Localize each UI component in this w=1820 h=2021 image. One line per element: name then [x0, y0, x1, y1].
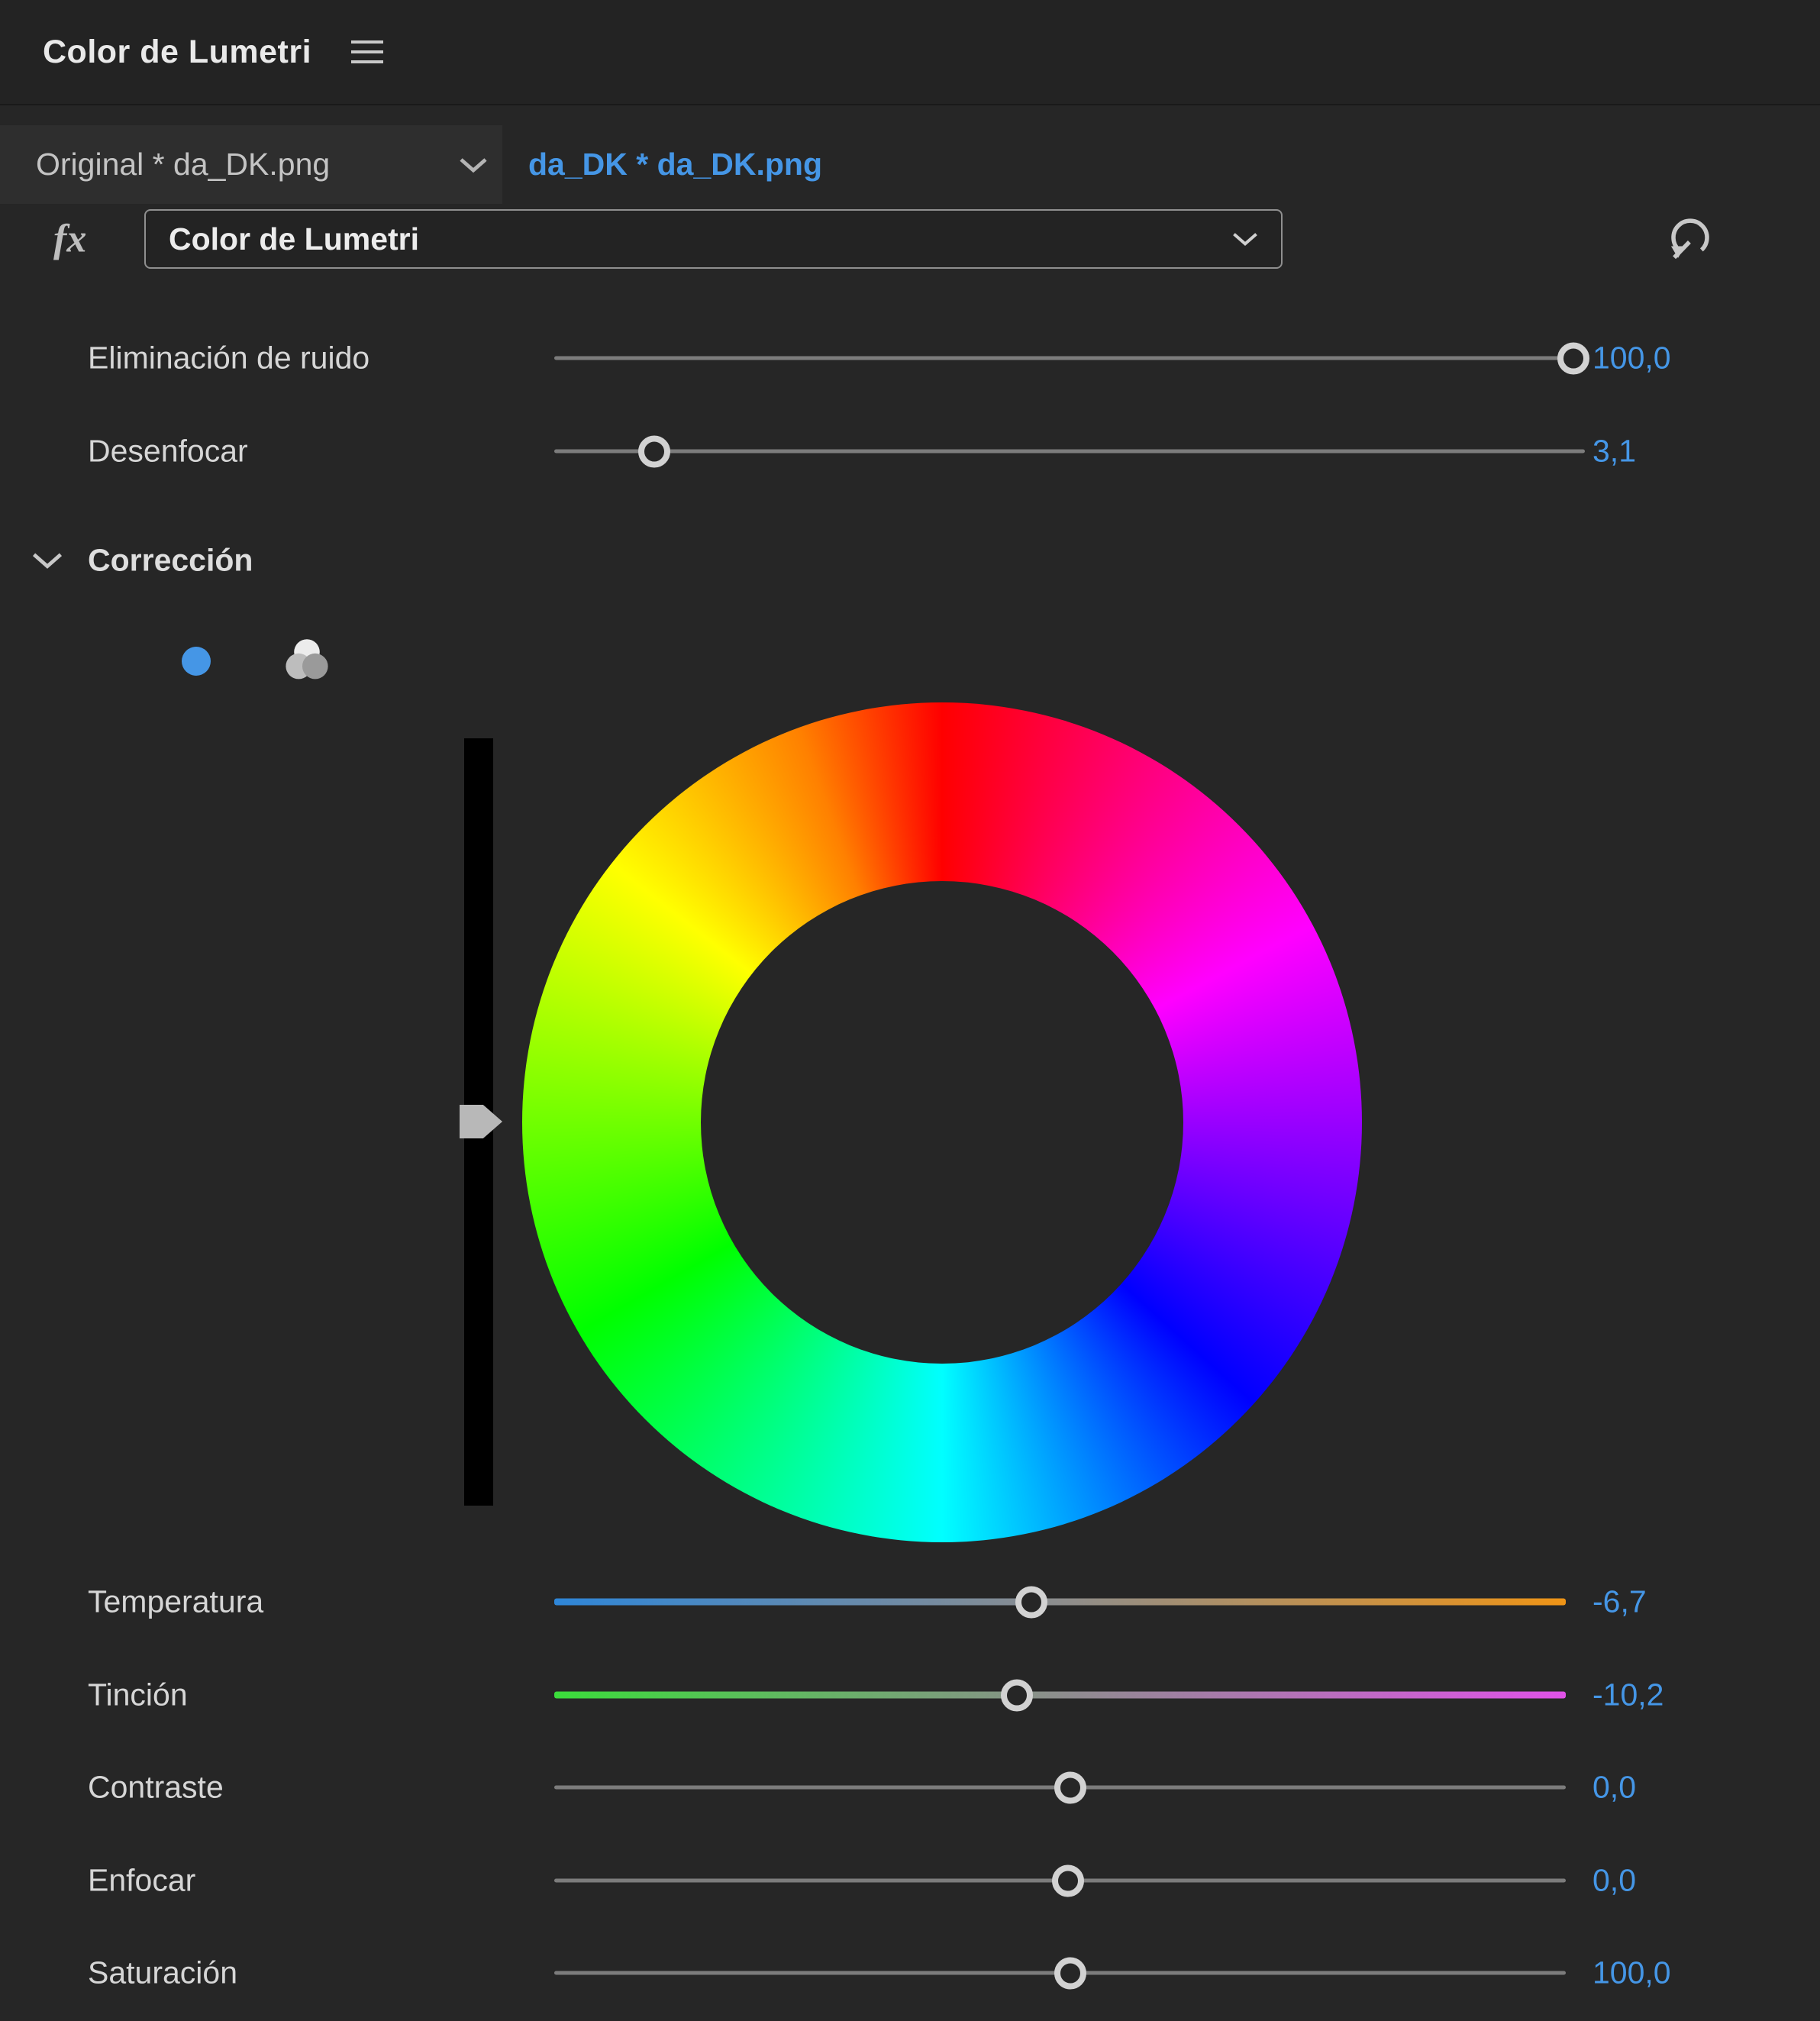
tab-strip: Original * da_DK.png da_DK * da_DK.png [0, 125, 1820, 204]
chevron-down-icon [460, 157, 487, 173]
tab-source-clip[interactable]: Original * da_DK.png [0, 125, 502, 204]
tab-source-label: Original * da_DK.png [36, 147, 330, 182]
slider-row-noise-reduction: Eliminación de ruido 100,0 [0, 324, 1820, 392]
correction-mode-row [0, 626, 1820, 696]
slider-track[interactable] [554, 1786, 1566, 1790]
basic-mode-dot-icon[interactable] [182, 647, 211, 676]
slider-value[interactable]: 0,0 [1592, 1863, 1636, 1899]
panel-title: Color de Lumetri [43, 34, 311, 71]
tab-active-clip[interactable]: da_DK * da_DK.png [528, 125, 822, 204]
hue-color-wheel[interactable] [522, 702, 1362, 1542]
slider-row-blur: Desenfocar 3,1 [0, 417, 1820, 486]
section-label: Corrección [88, 543, 253, 579]
slider-label: Desenfocar [88, 434, 248, 470]
slider-handle[interactable] [1054, 1771, 1086, 1803]
slider-row-contrast: Contraste 0,0 [0, 1753, 1820, 1822]
slider-handle[interactable] [1015, 1586, 1047, 1618]
slider-track[interactable] [554, 1879, 1566, 1883]
slider-row-tint: Tinción -10,2 [0, 1661, 1820, 1729]
slider-value[interactable]: -6,7 [1592, 1584, 1647, 1620]
effect-select-value: Color de Lumetri [169, 221, 419, 257]
slider-label: Tinción [88, 1677, 188, 1713]
slider-label: Enfocar [88, 1863, 195, 1899]
panel-header: Color de Lumetri [0, 0, 1820, 105]
slider-label: Temperatura [88, 1584, 263, 1620]
slider-row-sharpen: Enfocar 0,0 [0, 1846, 1820, 1915]
slider-row-temperature: Temperatura -6,7 [0, 1567, 1820, 1636]
slider-row-saturation: Saturación 100,0 [0, 1939, 1820, 2007]
slider-track[interactable] [554, 357, 1585, 360]
color-wheels-icon[interactable] [279, 634, 334, 689]
slider-label: Contraste [88, 1770, 224, 1806]
slider-handle[interactable] [1001, 1679, 1033, 1711]
slider-handle[interactable] [1052, 1864, 1084, 1897]
slider-track[interactable] [554, 1599, 1566, 1606]
effect-row: fx Color de Lumetri [0, 209, 1820, 269]
slider-track[interactable] [554, 450, 1585, 454]
fx-icon: fx [53, 217, 86, 262]
slider-handle[interactable] [1054, 1957, 1086, 1989]
hue-color-wheel-center [701, 881, 1183, 1364]
slider-value[interactable]: 100,0 [1592, 1955, 1671, 1991]
panel-menu-icon[interactable] [351, 40, 383, 63]
slider-label: Eliminación de ruido [88, 341, 369, 376]
slider-value[interactable]: -10,2 [1592, 1677, 1663, 1713]
luminance-slider-handle[interactable] [460, 1105, 502, 1138]
tab-active-label: da_DK * da_DK.png [528, 147, 822, 182]
chevron-down-icon[interactable] [32, 551, 63, 570]
slider-track[interactable] [554, 1692, 1566, 1699]
slider-label: Saturación [88, 1955, 237, 1991]
effect-select[interactable]: Color de Lumetri [144, 209, 1283, 269]
slider-track[interactable] [554, 1971, 1566, 1975]
slider-handle[interactable] [638, 435, 670, 467]
reset-effect-button[interactable] [1665, 213, 1715, 263]
chevron-down-icon [1232, 231, 1258, 247]
slider-handle[interactable] [1557, 342, 1589, 374]
slider-value[interactable]: 3,1 [1592, 434, 1636, 470]
section-correction[interactable]: Corrección [0, 526, 1820, 595]
slider-value[interactable]: 100,0 [1592, 341, 1671, 376]
reset-icon [1665, 213, 1715, 263]
slider-value[interactable]: 0,0 [1592, 1770, 1636, 1806]
lumetri-color-panel: Color de Lumetri Original * da_DK.png da… [0, 0, 1820, 2021]
